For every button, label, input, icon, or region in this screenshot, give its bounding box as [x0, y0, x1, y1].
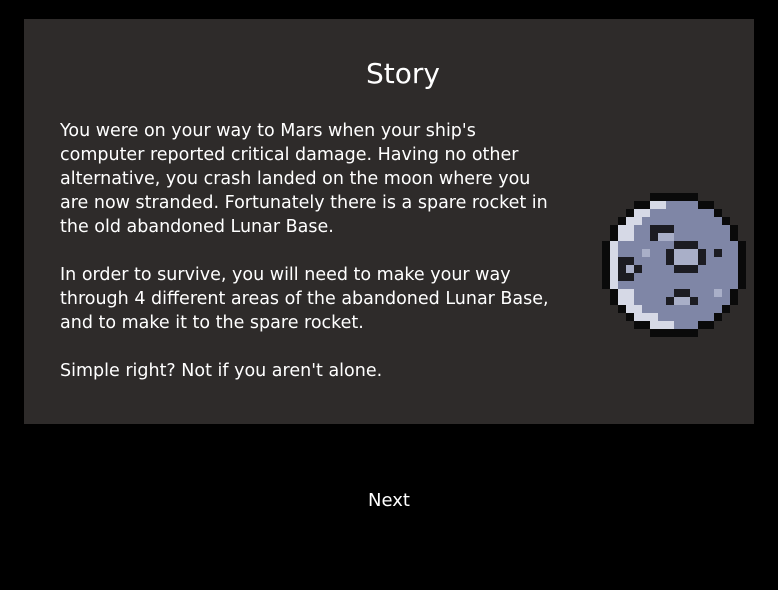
story-paragraph-2: In order to survive, you will need to ma… — [60, 265, 549, 333]
pixel-moon-icon — [602, 193, 746, 337]
story-panel: Story You were on your way to Mars when … — [24, 19, 754, 424]
next-button[interactable]: Next — [339, 483, 439, 519]
story-paragraph-1: You were on your way to Mars when your s… — [60, 121, 548, 237]
story-text: You were on your way to Mars when your s… — [60, 119, 560, 407]
story-paragraph-3: Simple right? Not if you aren't alone. — [60, 361, 383, 381]
story-title: Story — [366, 57, 440, 90]
